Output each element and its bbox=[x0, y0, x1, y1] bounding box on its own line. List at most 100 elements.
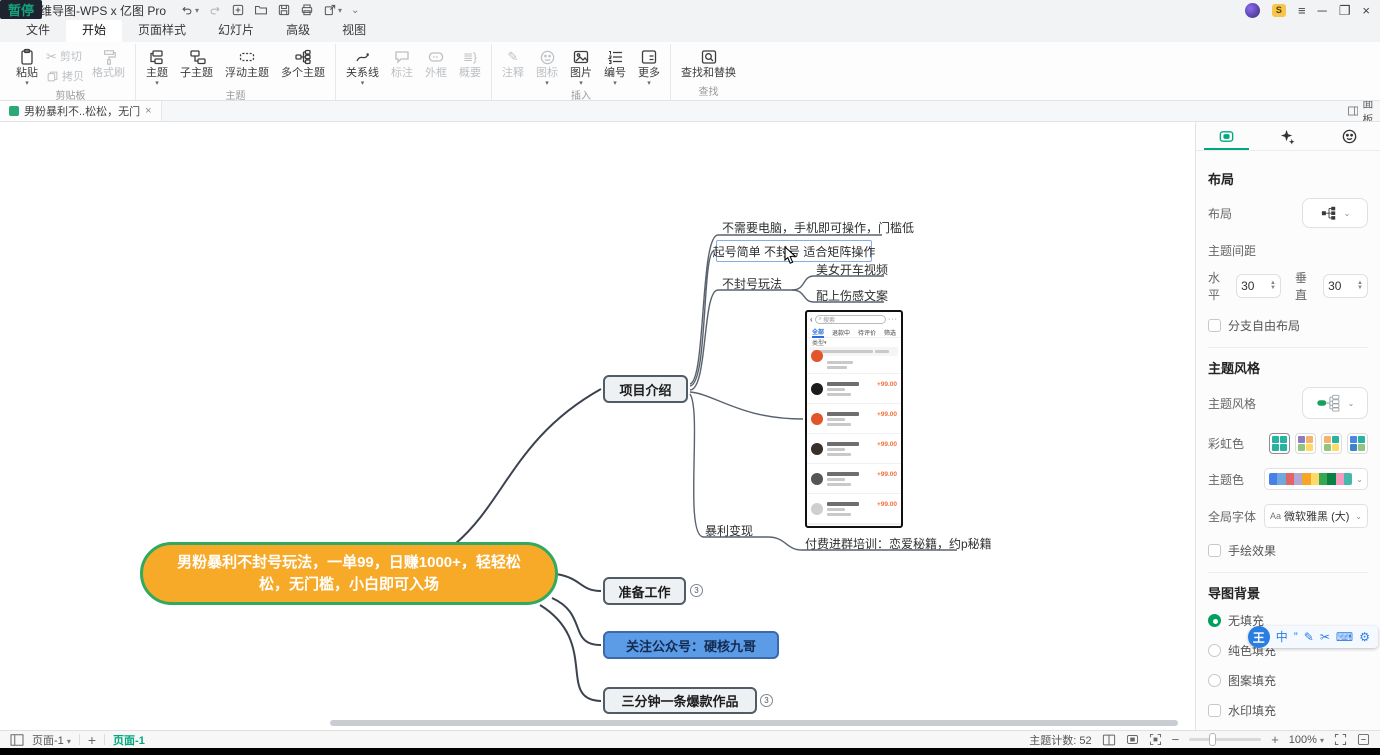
subtopic-paid-group[interactable]: 付费进群培训：恋爱秘籍，约p秘籍 bbox=[805, 535, 992, 552]
customize-toolbar-button[interactable]: ⌄ bbox=[351, 5, 359, 16]
undo-button[interactable]: ▾ bbox=[180, 3, 199, 17]
ime-keyboard-icon[interactable]: ⌨ bbox=[1336, 631, 1353, 643]
watermark-fill-checkbox[interactable] bbox=[1208, 704, 1221, 717]
ime-punctuation-icon[interactable]: ” bbox=[1294, 631, 1298, 643]
boundary-button[interactable]: 外框 bbox=[419, 44, 453, 81]
user-avatar[interactable] bbox=[1245, 3, 1260, 18]
branch-three-minutes-node[interactable]: 三分钟一条爆款作品 bbox=[603, 687, 757, 714]
note-button[interactable]: ✎ 注释 bbox=[496, 44, 530, 81]
panel-toggle[interactable]: 面板 bbox=[1342, 101, 1380, 121]
icon-insert-button[interactable]: 图标 ▾ bbox=[530, 44, 564, 86]
layout-dropdown[interactable]: ⌄ bbox=[1302, 198, 1368, 228]
pattern-fill-radio-row[interactable]: 图案填充 bbox=[1208, 672, 1368, 689]
new-file-button[interactable] bbox=[231, 3, 245, 17]
restore-button[interactable]: ❐ bbox=[1339, 4, 1351, 17]
horizontal-spacing-stepper[interactable]: 30 ▲▼ bbox=[1236, 274, 1281, 298]
more-insert-button[interactable]: 更多 ▾ bbox=[632, 44, 666, 86]
sidebar-tab-sticker[interactable] bbox=[1319, 122, 1380, 150]
menu-slides[interactable]: 幻灯片 bbox=[202, 18, 270, 42]
minimize-button[interactable]: ─ bbox=[1318, 4, 1327, 17]
print-button[interactable] bbox=[300, 3, 314, 17]
rainbow-swatch-warm[interactable] bbox=[1321, 433, 1342, 454]
rainbow-swatch-multicolor[interactable] bbox=[1295, 433, 1316, 454]
subtopic-no-ban-play[interactable]: 不封号玩法 bbox=[722, 275, 782, 292]
ime-toolbar[interactable]: 王 中 ” ✎ ✂ ⌨ ⚙ bbox=[1248, 626, 1378, 648]
menu-home[interactable]: 开始 bbox=[66, 18, 122, 42]
fullscreen-icon[interactable] bbox=[1334, 733, 1347, 746]
subtopic-beauty-video[interactable]: 美女开车视频 bbox=[816, 261, 888, 278]
global-font-dropdown[interactable]: Aa 微软雅黑 (大) ⌄ bbox=[1264, 504, 1368, 528]
branch-project-intro-node[interactable]: 项目介绍 bbox=[603, 375, 688, 403]
stepper-arrows-icon[interactable]: ▲▼ bbox=[1357, 281, 1363, 291]
close-button[interactable]: × bbox=[1362, 4, 1370, 17]
ime-pen-icon[interactable]: ✎ bbox=[1304, 631, 1314, 643]
document-tab[interactable]: 男粉暴利不..松松，无门 × bbox=[0, 101, 162, 121]
relationship-button[interactable]: 关系线 ▾ bbox=[340, 44, 385, 86]
outline-view-icon[interactable] bbox=[1102, 734, 1116, 746]
subtopic-sad-copy[interactable]: 配上伤感文案 bbox=[816, 287, 888, 304]
copy-button[interactable]: 拷贝 bbox=[46, 68, 84, 84]
picture-button[interactable]: 图片 ▾ bbox=[564, 44, 598, 86]
hamburger-menu-icon[interactable]: ≡ bbox=[1298, 4, 1306, 17]
numbering-button[interactable]: 编号 ▾ bbox=[598, 44, 632, 86]
share-button[interactable]: ▾ bbox=[323, 3, 342, 17]
svip-badge-icon[interactable]: S bbox=[1272, 4, 1286, 17]
page-tab-active[interactable]: 页面-1 bbox=[113, 732, 145, 748]
central-topic-node[interactable]: 男粉暴利不封号玩法，一单99，日赚1000+，轻轻松松，无门槛，小白即可入场 bbox=[140, 542, 558, 605]
recording-pause-overlay[interactable]: 暂停 bbox=[0, 0, 42, 19]
multiple-topics-button[interactable]: 多个主题 bbox=[275, 44, 331, 81]
solid-fill-radio[interactable] bbox=[1208, 644, 1221, 657]
center-map-icon[interactable] bbox=[1126, 733, 1139, 746]
theme-color-dropdown[interactable]: ⌄ bbox=[1264, 468, 1368, 490]
menu-view[interactable]: 视图 bbox=[326, 18, 382, 42]
preparation-collapsed-count-badge[interactable]: 3 bbox=[690, 584, 703, 597]
branch-official-account-node[interactable]: 关注公众号：硬核九哥 bbox=[603, 631, 779, 659]
free-layout-checkbox-row[interactable]: 分支自由布局 bbox=[1208, 317, 1368, 334]
fit-selection-icon[interactable] bbox=[1149, 733, 1162, 746]
callout-button[interactable]: 标注 bbox=[385, 44, 419, 81]
watermark-fill-checkbox-row[interactable]: 水印填充 bbox=[1208, 702, 1368, 719]
cut-button[interactable]: ✂剪切 bbox=[46, 48, 84, 64]
zoom-out-button[interactable]: − bbox=[1172, 732, 1180, 747]
zoom-slider-knob[interactable] bbox=[1209, 733, 1216, 746]
ime-badge-icon[interactable]: 王 bbox=[1248, 626, 1270, 648]
hand-drawn-checkbox-row[interactable]: 手绘效果 bbox=[1208, 542, 1368, 559]
summary-button[interactable]: ≣} 概要 bbox=[453, 44, 487, 81]
stepper-arrows-icon[interactable]: ▲▼ bbox=[1270, 281, 1276, 291]
topic-button[interactable]: 主题 ▾ bbox=[140, 44, 174, 86]
ime-mode-icon[interactable]: 中 bbox=[1276, 631, 1288, 643]
sidebar-tab-style[interactable] bbox=[1196, 122, 1257, 150]
page-panel-icon[interactable] bbox=[10, 734, 24, 746]
menu-file[interactable]: 文件 bbox=[10, 18, 66, 42]
zoom-level[interactable]: 100% ▾ bbox=[1289, 734, 1324, 746]
collapse-statusbar-icon[interactable] bbox=[1357, 733, 1370, 746]
theme-style-dropdown[interactable]: ⌄ bbox=[1302, 387, 1368, 419]
no-fill-radio[interactable] bbox=[1208, 614, 1221, 627]
hand-drawn-checkbox[interactable] bbox=[1208, 544, 1221, 557]
free-layout-checkbox[interactable] bbox=[1208, 319, 1221, 332]
add-page-button[interactable]: + bbox=[88, 732, 96, 748]
page-selector[interactable]: 页面-1 ▾ bbox=[32, 732, 71, 748]
document-tab-close-icon[interactable]: × bbox=[145, 105, 151, 117]
open-file-button[interactable] bbox=[254, 3, 268, 17]
sidebar-tab-ai[interactable] bbox=[1257, 122, 1318, 150]
menu-page-style[interactable]: 页面样式 bbox=[122, 18, 202, 42]
save-button[interactable] bbox=[277, 3, 291, 17]
vertical-spacing-stepper[interactable]: 30 ▲▼ bbox=[1323, 274, 1368, 298]
rainbow-swatch-cool[interactable] bbox=[1347, 433, 1368, 454]
branch-preparation-node[interactable]: 准备工作 bbox=[603, 577, 686, 605]
subtopic-profit[interactable]: 暴利变现 bbox=[705, 522, 753, 539]
floating-topic-button[interactable]: 浮动主题 bbox=[219, 44, 275, 81]
horizontal-scrollbar[interactable] bbox=[330, 720, 1178, 726]
pattern-fill-radio[interactable] bbox=[1208, 674, 1221, 687]
three-minutes-collapsed-count-badge[interactable]: 3 bbox=[760, 694, 773, 707]
phone-screenshot-node[interactable]: ‹ ⌕搜索 ··· 全部 退款中 待评价 筛选 类型▾ bbox=[805, 310, 903, 528]
paste-button[interactable]: 粘贴 ▾ bbox=[10, 44, 44, 86]
mindmap-canvas[interactable]: 男粉暴利不封号玩法，一单99，日赚1000+，轻轻松松，无门槛，小白即可入场 项… bbox=[0, 122, 1195, 730]
subtopic-no-computer[interactable]: 不需要电脑，手机即可操作，门槛低 bbox=[722, 219, 914, 236]
find-replace-button[interactable]: 查找和替换 bbox=[675, 44, 742, 81]
zoom-slider[interactable] bbox=[1189, 738, 1261, 741]
rainbow-swatch-teal[interactable] bbox=[1269, 433, 1290, 454]
ime-scissors-icon[interactable]: ✂ bbox=[1320, 631, 1330, 643]
ime-settings-icon[interactable]: ⚙ bbox=[1359, 631, 1370, 643]
